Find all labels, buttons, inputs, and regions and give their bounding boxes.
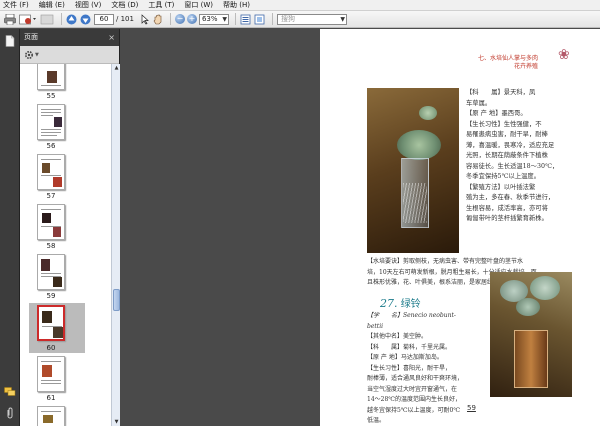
pages-panel-icon[interactable] (4, 35, 16, 47)
close-icon[interactable]: × (108, 29, 115, 46)
hand-tool-icon[interactable] (153, 13, 163, 26)
next-page-icon[interactable] (80, 13, 91, 26)
document-viewport[interactable]: 七、水培仙人掌与多肉 花卉养殖 ❀ 【科 属】景天科，凤 车草属。 【原 产 地… (121, 29, 600, 426)
prev-page-icon[interactable] (66, 13, 77, 26)
page-total-label: / 101 (116, 15, 134, 23)
flower-ornament-icon: ❀ (558, 47, 570, 63)
menu-tools[interactable]: 工具 (T) (148, 0, 174, 10)
thumbnail-scrollbar[interactable]: ▲ ▼ (111, 64, 120, 426)
print-icon[interactable] (4, 13, 16, 26)
zoom-in-icon[interactable]: + (186, 14, 197, 24)
page-thumbnail[interactable] (37, 64, 65, 90)
toolbar-separator (234, 13, 236, 25)
zoom-value: 63% (201, 14, 218, 23)
page-thumbnail[interactable] (37, 406, 65, 426)
document-page: 七、水培仙人掌与多肉 花卉养殖 ❀ 【科 属】景天科，凤 车草属。 【原 产 地… (320, 29, 600, 426)
thumbnail-list[interactable]: 55 56 57 58 59 60 61 (20, 64, 111, 426)
thumbnail-label: 57 (46, 192, 56, 200)
thumbnail-label: 60 (46, 344, 56, 352)
menu-help[interactable]: 帮助 (H) (223, 0, 250, 10)
page-thumbnail[interactable] (37, 154, 65, 190)
page-thumbnail[interactable] (37, 356, 65, 392)
scroll-up-icon[interactable]: ▲ (113, 64, 120, 72)
running-header: 七、水培仙人掌与多肉 花卉养殖 (478, 55, 538, 71)
menu-view[interactable]: 视图 (V) (75, 0, 101, 10)
toolbar: 60 / 101 − + 63% ▼ 搜狗 ▼ (0, 11, 600, 28)
thumbnail-label: 56 (46, 142, 56, 150)
pages-panel-title: 页面 (24, 33, 38, 41)
header-line-2: 花卉养殖 (514, 63, 539, 70)
thumbnail-label: 59 (46, 292, 56, 300)
email-icon[interactable] (19, 13, 37, 26)
page-number: 59 (467, 404, 476, 412)
pages-panel: 页面 × ▼ 55 56 57 58 59 60 61 ▲ ▼ (20, 29, 120, 426)
plant-1-description: 【科 属】景天科，凤 车草属。 【原 产 地】墨西哥。 【生长习性】生性强健，不… (466, 89, 559, 222)
scrollbar-thumb[interactable] (113, 289, 120, 311)
menu-window[interactable]: 窗口 (W) (184, 0, 213, 10)
page-number-input[interactable]: 60 (94, 13, 114, 25)
zoom-out-icon[interactable]: − (174, 14, 185, 24)
toolbar-separator (61, 13, 62, 25)
page-thumbnail[interactable] (37, 104, 65, 140)
thumbnail-label: 61 (46, 394, 56, 402)
plant-photo-1 (367, 88, 459, 253)
toolbar-separator (271, 13, 273, 25)
pages-panel-toolbar: ▼ (20, 46, 119, 64)
search-placeholder: 搜狗 (280, 14, 295, 23)
menu-file[interactable]: 文件 (F) (3, 0, 29, 10)
comments-icon[interactable] (4, 387, 16, 399)
section-title: 绿铃 (400, 299, 421, 310)
collaborate-icon[interactable] (40, 13, 54, 26)
plant-photo-2 (490, 272, 572, 397)
menu-bar: 文件 (F) 编辑 (E) 视图 (V) 文档 (D) 工具 (T) 窗口 (W… (0, 0, 600, 11)
scroll-down-icon[interactable]: ▼ (113, 418, 120, 426)
chevron-down-icon: ▼ (222, 15, 227, 23)
fit-width-icon[interactable] (240, 13, 251, 26)
menu-edit[interactable]: 编辑 (E) (39, 0, 65, 10)
chevron-down-icon: ▼ (340, 15, 345, 23)
pages-panel-header: 页面 × (20, 29, 119, 46)
page-thumbnail[interactable] (37, 204, 65, 240)
search-input[interactable]: 搜狗 ▼ (276, 13, 347, 25)
header-line-1: 七、水培仙人掌与多肉 (478, 55, 539, 62)
thumbnail-label: 58 (46, 242, 56, 250)
options-icon[interactable]: ▼ (24, 50, 39, 60)
thumbnail-label: 55 (46, 92, 56, 100)
zoom-select[interactable]: 63% ▼ (198, 13, 229, 25)
page-thumbnail-selected[interactable] (37, 305, 65, 341)
navigation-rail (0, 29, 20, 426)
toolbar-separator (169, 13, 171, 25)
page-thumbnail[interactable] (37, 254, 65, 290)
section-number: 27. (380, 297, 398, 310)
select-tool-icon[interactable] (140, 13, 150, 26)
section-heading: 27. 绿铃 (380, 295, 421, 310)
menu-document[interactable]: 文档 (D) (111, 0, 138, 10)
attachment-icon[interactable] (4, 407, 16, 419)
fit-page-icon[interactable] (254, 13, 265, 26)
